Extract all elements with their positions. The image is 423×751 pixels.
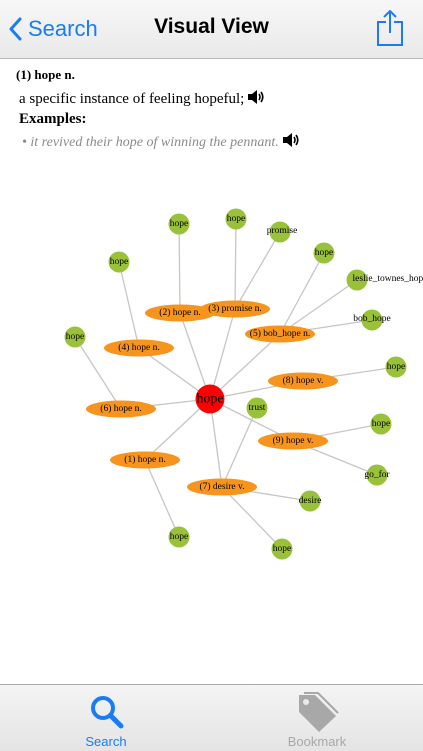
word-node-label: hope [372, 419, 390, 429]
graph-edge [280, 253, 324, 334]
sense-node-label: (5) bob_hope n. [250, 328, 310, 339]
tab-bookmark[interactable]: Bookmark [257, 685, 377, 751]
word-node[interactable]: hope [169, 527, 190, 548]
word-node-label: desire [299, 496, 322, 506]
word-node[interactable]: hope [371, 414, 392, 435]
graph-nodes: hope hope hope promise hope hope leslie_townes… [65, 209, 423, 560]
sense-node-label: (9) hope v. [273, 435, 314, 446]
tag-icon [295, 691, 339, 733]
navigation-bar: Search Visual View [0, 0, 423, 59]
speaker-icon[interactable] [247, 89, 265, 110]
word-node-label: leslie_townes_hope [353, 274, 423, 284]
sense-node-label: (6) hope n. [100, 403, 141, 414]
sense-node-label: (3) promise n. [208, 303, 262, 314]
share-button[interactable] [375, 9, 405, 47]
sense-node[interactable]: (6) hope n. [86, 401, 156, 418]
share-icon [375, 9, 405, 47]
word-node-label: hope [315, 248, 333, 258]
examples-label: Examples: [19, 111, 87, 128]
word-node[interactable]: hope [386, 357, 407, 378]
chevron-left-icon [8, 17, 22, 41]
sense-node-label: (4) hope n. [118, 342, 159, 353]
word-node[interactable]: hope [65, 327, 86, 348]
example-line: • it revived their hope of winning the p… [22, 132, 300, 153]
sense-node[interactable]: (7) desire v. [187, 479, 257, 496]
tab-bookmark-label: Bookmark [257, 734, 377, 749]
sense-node[interactable]: (1) hope n. [110, 452, 180, 469]
back-button-label: Search [28, 16, 98, 42]
sense-node[interactable]: (4) hope n. [104, 340, 174, 357]
search-icon [90, 695, 124, 729]
sense-node[interactable]: (3) promise n. [200, 301, 270, 318]
example-text: • it revived their hope of winning the p… [22, 135, 279, 151]
word-node[interactable]: bob_hope [353, 310, 390, 331]
center-node-label: hope [196, 392, 223, 407]
tab-search-label: Search [46, 734, 166, 749]
word-node-label: hope [110, 257, 128, 267]
graph-edge [222, 487, 282, 549]
word-node-label: hope [227, 214, 245, 224]
graph-edge [235, 219, 236, 309]
definition-text: a specific instance of feeling hopeful; [19, 91, 244, 108]
word-node[interactable]: hope [272, 539, 293, 560]
sense-node[interactable]: (9) hope v. [258, 433, 328, 450]
definition-line: a specific instance of feeling hopeful; [19, 89, 265, 110]
graph-edge [280, 280, 357, 334]
word-node-label: promise [267, 226, 298, 236]
word-node[interactable]: promise [267, 222, 298, 243]
sense-node-label: (8) hope v. [283, 375, 324, 386]
graph-edge [119, 262, 139, 348]
word-node-label: hope [170, 532, 188, 542]
word-node[interactable]: hope [169, 214, 190, 235]
word-node[interactable]: go_for [364, 465, 390, 486]
word-node[interactable]: hope [226, 209, 247, 230]
back-button[interactable]: Search [8, 14, 98, 44]
word-node[interactable]: hope [314, 243, 335, 264]
word-node[interactable]: hope [109, 252, 130, 273]
graph-edge [179, 224, 180, 313]
word-node-label: go_for [364, 469, 390, 480]
word-node-label: hope [170, 219, 188, 229]
word-graph[interactable]: hope hope hope promise hope hope leslie_townes… [0, 180, 423, 600]
sense-node[interactable]: (8) hope v. [268, 373, 338, 390]
sense-node-label: (2) hope n. [159, 307, 200, 318]
word-node[interactable]: desire [299, 491, 322, 512]
word-node-label: bob_hope [353, 314, 390, 324]
word-node[interactable]: leslie_townes_hope [347, 270, 423, 291]
sense-heading: (1) hope n. [16, 67, 75, 83]
sense-node-label: (7) desire v. [199, 481, 244, 492]
graph-edge [235, 232, 280, 309]
word-node-label: hope [66, 332, 84, 342]
word-node-label: trust [249, 403, 266, 413]
tab-search[interactable]: Search [46, 685, 166, 751]
tab-bar: Search Bookmark [0, 684, 423, 751]
sense-node-label: (1) hope n. [124, 454, 165, 465]
graph-edge [145, 460, 179, 537]
sense-node[interactable]: (5) bob_hope n. [245, 326, 315, 343]
speaker-icon[interactable] [282, 132, 300, 153]
word-node-label: hope [387, 362, 405, 372]
word-node[interactable]: trust [247, 398, 268, 419]
word-node-label: hope [273, 544, 291, 554]
center-node[interactable]: hope [196, 385, 225, 414]
